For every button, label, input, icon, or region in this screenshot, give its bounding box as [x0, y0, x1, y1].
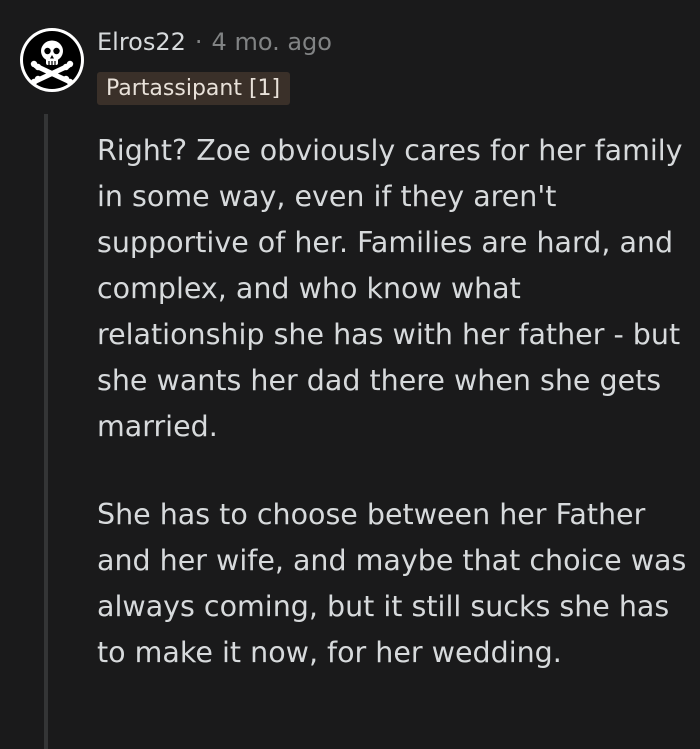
username[interactable]: Elros22	[97, 28, 186, 56]
thread-collapse-line[interactable]	[44, 114, 48, 749]
timestamp[interactable]: 4 mo. ago	[212, 28, 332, 56]
user-flair: Partassipant [1]	[97, 72, 291, 105]
comment-paragraph: She has to choose between her Father and…	[97, 498, 687, 669]
avatar[interactable]	[20, 28, 84, 92]
comment-paragraph: Right? Zoe obviously cares for her famil…	[97, 134, 683, 443]
comment-meta: Elros22 · 4 mo. ago	[97, 24, 332, 60]
comment-body: Right? Zoe obviously cares for her famil…	[97, 128, 687, 676]
meta-separator: ·	[194, 28, 203, 56]
comment: Elros22 · 4 mo. ago Partassipant [1] Rig…	[0, 0, 700, 749]
avatar-background	[23, 31, 81, 89]
skull-crossbones-icon	[30, 40, 74, 85]
